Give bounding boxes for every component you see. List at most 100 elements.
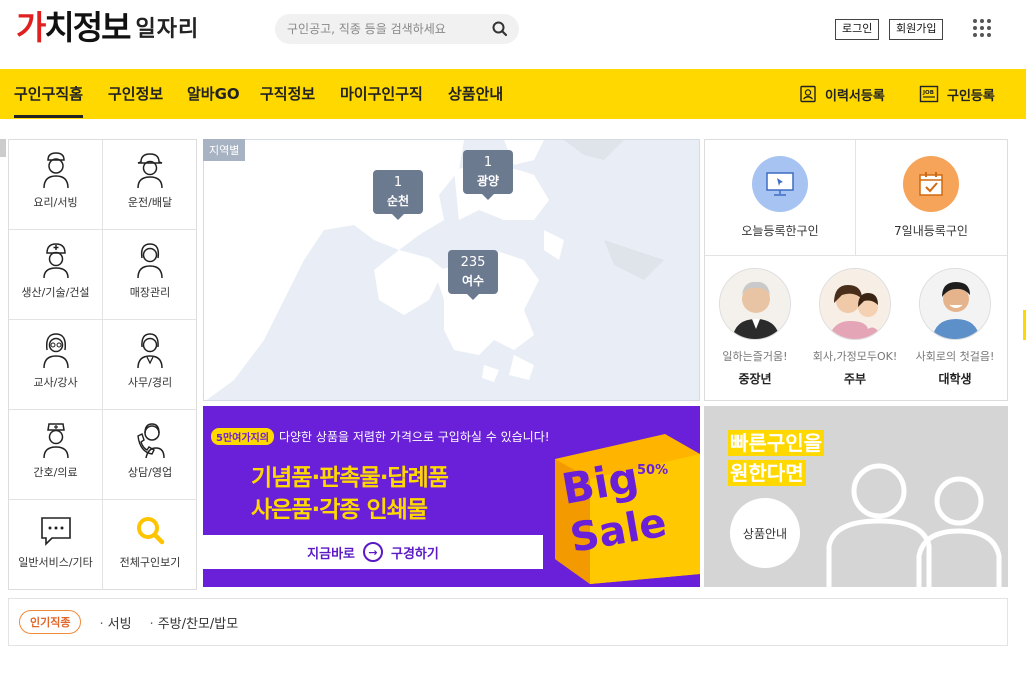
job-register-label: 구인등록 <box>947 88 995 104</box>
category-cooking[interactable]: 요리/서빙 <box>9 140 103 230</box>
banner-line2: 사은품·각종 인쇄물 <box>251 497 428 523</box>
category-label: 일반서비스/기타 <box>18 556 93 569</box>
left-edge-tab <box>0 139 6 157</box>
logo-brand: 가치정보 <box>16 8 131 47</box>
nav-my-page[interactable]: 마이구인구직 <box>340 69 423 119</box>
category-label: 사무/경리 <box>127 376 173 389</box>
category-nursing[interactable]: 간호/의료 <box>9 410 103 500</box>
category-label: 교사/강사 <box>33 376 78 389</box>
category-label: 상담/영업 <box>127 466 173 479</box>
job-doc-icon: JOB <box>919 85 939 103</box>
nurse-icon <box>42 423 69 459</box>
chef-icon <box>42 152 69 189</box>
category-label: 간호/의료 <box>33 466 78 479</box>
clerk-icon <box>137 243 163 279</box>
persona-desc: 회사,가정모두OK! <box>812 350 898 363</box>
map-pin-gwangyang[interactable]: 1 광양 <box>463 150 513 200</box>
category-office[interactable]: 사무/경리 <box>103 320 197 410</box>
driver-icon <box>137 153 163 189</box>
popular-jobs-bar: 인기직종 서빙 주방/찬모/밥모 <box>8 598 1008 646</box>
quick-links-panel: 오늘등록한구인 7일내등록구인 일하는즐거움! 중장년 회사,가정모두OK! 주… <box>704 139 1008 401</box>
resume-icon <box>800 85 816 103</box>
monitor-icon <box>752 156 808 212</box>
nav-job-info[interactable]: 구인정보 <box>108 69 163 119</box>
promo-line2: 원한다면 <box>728 460 806 486</box>
persona-name: 중장년 <box>738 372 772 386</box>
nav-alba-go[interactable]: 알바GO <box>187 69 240 119</box>
today-jobs-label: 오늘등록한구인 <box>741 224 819 238</box>
banner-pill: 5만여가지의 <box>211 428 274 445</box>
login-button[interactable]: 로그인 <box>835 19 880 40</box>
popular-keyword[interactable]: 주방/찬모/밥모 <box>150 613 239 632</box>
popular-keyword[interactable]: 서빙 <box>99 613 132 632</box>
persona-senior[interactable]: 일하는즐거움! 중장년 <box>705 268 805 387</box>
job-register-link[interactable]: JOB 구인등록 <box>919 69 995 119</box>
nav-seeker-info[interactable]: 구직정보 <box>260 69 315 119</box>
search-box[interactable] <box>275 14 519 44</box>
persona-desc: 일하는즐거움! <box>722 350 788 363</box>
promo-banner[interactable]: 5만여가지의 다양한 상품을 저렴한 가격으로 구입하실 수 있습니다! 기념품·… <box>203 406 700 587</box>
category-view-all[interactable]: 전체구인보기 <box>103 500 197 590</box>
week-jobs-link[interactable]: 7일내등록구인 <box>856 140 1006 255</box>
pin-name: 여수 <box>461 274 485 288</box>
signup-button[interactable]: 회원가입 <box>889 19 944 40</box>
pin-name: 순천 <box>386 194 410 208</box>
percent-text: 50% <box>637 463 668 478</box>
nav-products[interactable]: 상품안내 <box>448 69 503 119</box>
recruit-promo-banner[interactable]: 빠른구인을 원한다면 상품안내 <box>704 406 1008 587</box>
senior-avatar <box>719 268 791 340</box>
banner-line1: 기념품·판촉물·답례품 <box>251 465 449 491</box>
site-logo[interactable]: 가치정보 일자리 <box>16 8 199 48</box>
category-production[interactable]: 생산/기술/건설 <box>9 230 103 320</box>
map-pin-suncheon[interactable]: 1 순천 <box>373 170 423 220</box>
svg-text:JOB: JOB <box>922 90 934 96</box>
banner-top-line: 5만여가지의 다양한 상품을 저렴한 가격으로 구입하실 수 있습니다! <box>211 428 550 445</box>
search-icon <box>137 517 165 545</box>
category-general-service[interactable]: 일반서비스/기타 <box>9 500 103 590</box>
persona-housewife[interactable]: 회사,가정모두OK! 주부 <box>805 268 905 387</box>
pin-name: 광양 <box>476 174 500 188</box>
student-avatar <box>919 268 991 340</box>
category-sales[interactable]: 상담/영업 <box>103 410 197 500</box>
promo-products-button[interactable]: 상품안내 <box>730 498 800 568</box>
call-center-icon <box>137 423 165 459</box>
map-pin-yeosu[interactable]: 235 여수 <box>448 250 498 300</box>
calendar-icon <box>903 156 959 212</box>
persona-desc: 사회로의 첫걸음! <box>915 350 995 363</box>
banner-cta-button[interactable]: 지금바로 → 구경하기 <box>203 535 543 569</box>
hardhat-icon <box>42 243 69 279</box>
category-label: 요리/서빙 <box>33 196 78 209</box>
map-region-tag: 지역별 <box>203 139 246 161</box>
panel-hdivider <box>705 255 1007 256</box>
teacher-icon <box>42 333 69 369</box>
pin-count: 235 <box>460 255 486 270</box>
category-teacher[interactable]: 교사/강사 <box>9 320 103 410</box>
persona-name: 대학생 <box>938 372 972 386</box>
resume-register-link[interactable]: 이력서등록 <box>799 69 885 119</box>
office-worker-icon <box>137 333 163 369</box>
banner-top-text: 다양한 상품을 저렴한 가격으로 구입하실 수 있습니다! <box>278 430 550 444</box>
category-store[interactable]: 매장관리 <box>103 230 197 320</box>
nav-home[interactable]: 구인구직홈 <box>14 69 84 118</box>
popular-tag: 인기직종 <box>19 610 82 634</box>
persona-student[interactable]: 사회로의 첫걸음! 대학생 <box>905 268 1005 387</box>
housewife-avatar <box>819 268 891 340</box>
resume-register-label: 이력서등록 <box>825 88 885 104</box>
category-label: 운전/배달 <box>127 196 173 209</box>
arrow-right-icon: → <box>363 542 383 562</box>
pin-count: 1 <box>483 155 493 170</box>
promo-line1: 빠른구인을 <box>728 430 824 456</box>
search-icon[interactable] <box>491 20 509 38</box>
search-input[interactable] <box>287 22 491 36</box>
all-menu-icon[interactable] <box>973 19 991 37</box>
week-jobs-label: 7일내등록구인 <box>894 224 968 238</box>
big-sale-box-graphic: Big Sale 50% <box>555 434 700 584</box>
pin-count: 1 <box>393 175 403 190</box>
logo-sub: 일자리 <box>135 17 200 42</box>
cta-right: 구경하기 <box>391 546 439 562</box>
category-label: 생산/기술/건설 <box>21 286 90 299</box>
today-jobs-link[interactable]: 오늘등록한구인 <box>705 140 855 255</box>
category-driving[interactable]: 운전/배달 <box>103 140 197 230</box>
category-label: 매장관리 <box>129 286 171 299</box>
chat-bubble-icon <box>40 517 71 546</box>
